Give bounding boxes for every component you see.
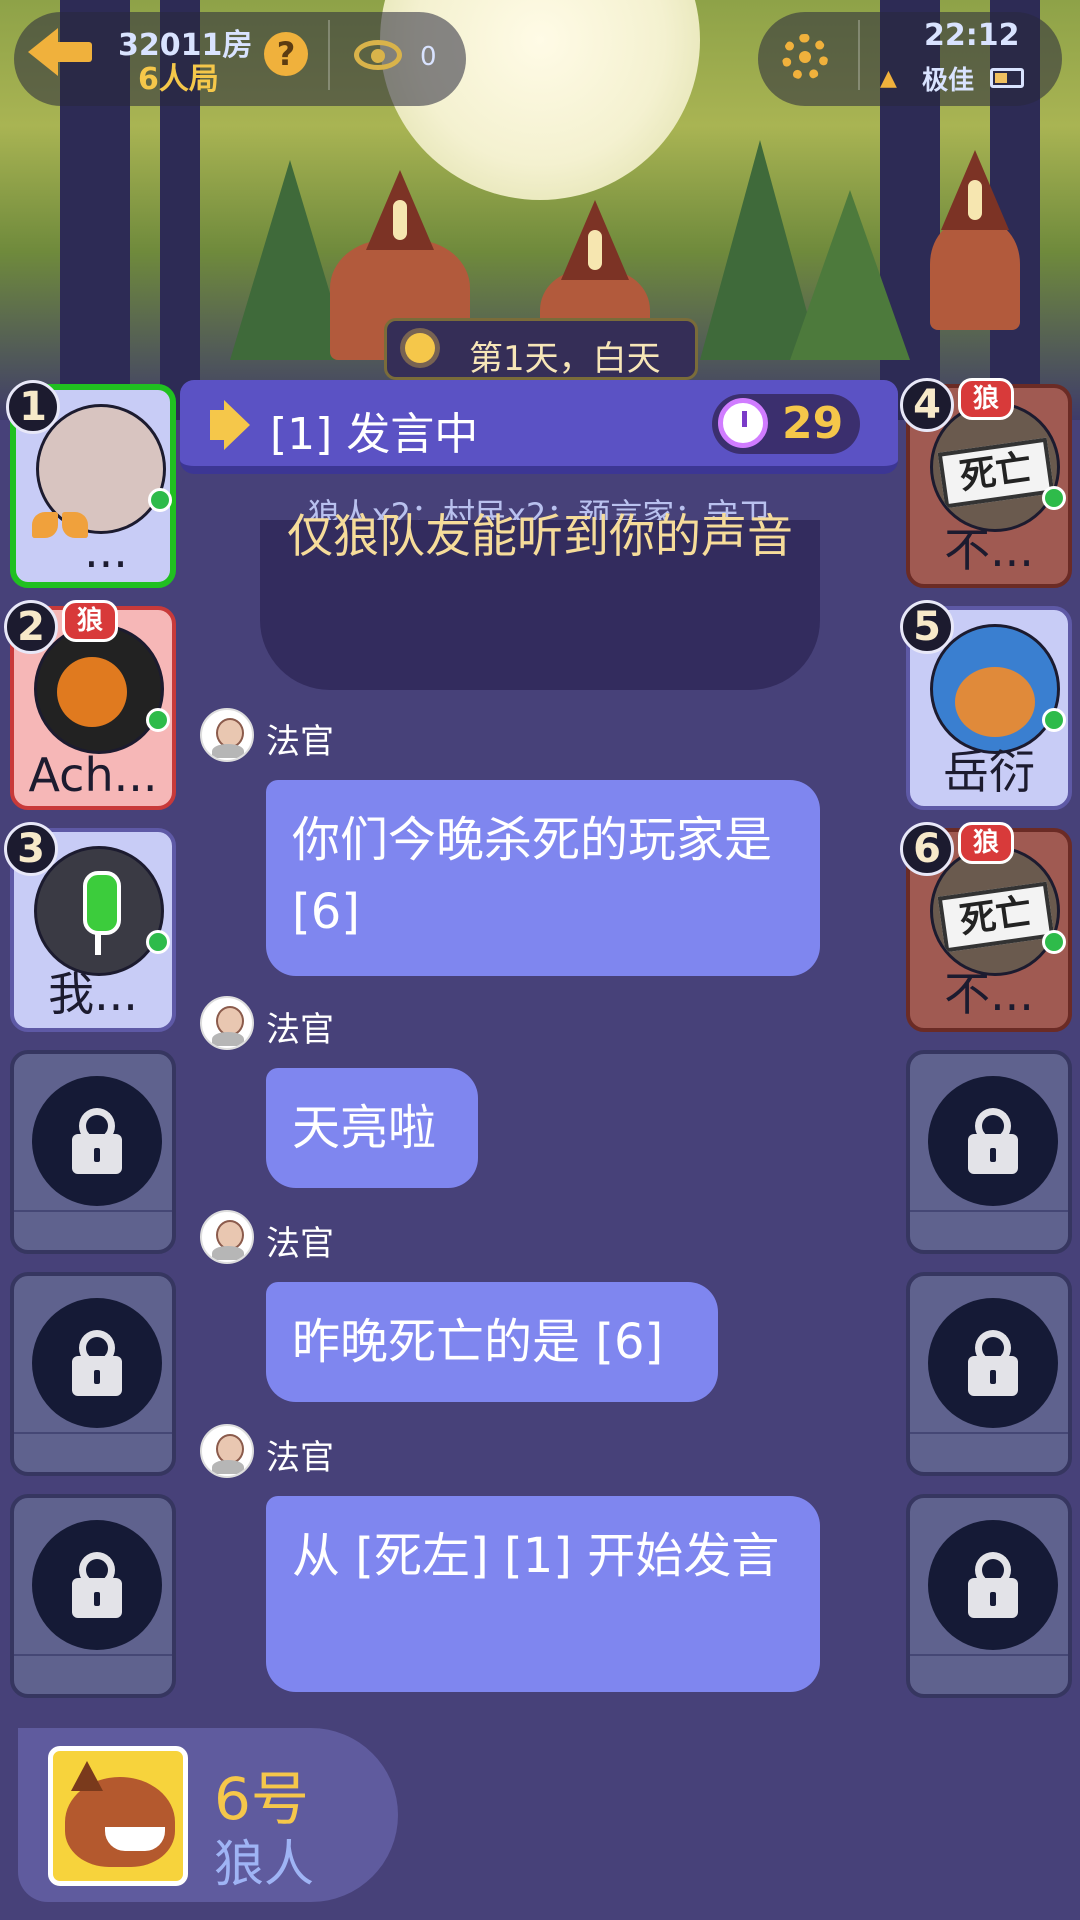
lock-icon (32, 1076, 162, 1206)
seat-number: 3 (4, 822, 58, 876)
judge-avatar (200, 1210, 254, 1264)
sender-name: 法官 (266, 1224, 334, 1264)
lock-icon (928, 1520, 1058, 1650)
village-hut (930, 220, 1020, 330)
werewolf-icon (65, 1761, 175, 1867)
online-indicator (148, 488, 172, 512)
judge-avatar (200, 1424, 254, 1478)
player-avatar (34, 624, 164, 754)
locked-seat (906, 1272, 1072, 1476)
player-name: ... (84, 524, 128, 578)
online-indicator (1042, 708, 1066, 732)
sender-name: 法官 (266, 722, 334, 762)
dead-stamp: 死亡 (937, 437, 1055, 509)
warrior-shield-icon (57, 657, 127, 727)
timer-seconds: 29 (782, 398, 844, 449)
seat-number: 2 (4, 600, 58, 654)
cat-icon (955, 667, 1035, 737)
sender-name: 法官 (266, 1438, 334, 1478)
judge-avatar (200, 996, 254, 1050)
previous-message-bubble: 仅狼队友能听到你的声音 (260, 509, 820, 690)
divider (858, 20, 860, 90)
player-avatar: 死亡 (930, 846, 1060, 976)
seat-number: 1 (6, 380, 60, 434)
role-card[interactable] (48, 1746, 188, 1886)
player-seat-5[interactable]: 岳衍 5 (900, 600, 1072, 810)
day-phase-banner: 第1天，白天 (384, 318, 698, 380)
player-seat-3[interactable]: 我... 3 (4, 822, 176, 1032)
my-role-name: 狼人 (214, 1835, 314, 1893)
back-arrow-icon-tail[interactable] (54, 42, 92, 62)
locked-seat (10, 1050, 176, 1254)
player-seat-6[interactable]: 死亡 不... 6 狼 (900, 822, 1072, 1032)
wifi-icon: ▲ (880, 66, 897, 91)
player-name: 不... (944, 523, 1034, 577)
judge-avatar (200, 708, 254, 762)
chat-bubble: 你们今晚杀死的玩家是 [6] (266, 780, 820, 976)
dead-stamp: 死亡 (937, 881, 1055, 953)
player-avatar (930, 624, 1060, 754)
watcher-count: 0 (420, 42, 437, 72)
online-indicator (1042, 486, 1066, 510)
my-role-panel[interactable]: 6号 狼人 (18, 1728, 398, 1902)
player-seat-2[interactable]: Ach... 2 狼 (4, 600, 176, 810)
wolf-badge: 狼 (958, 822, 1014, 864)
network-quality: 极佳 (922, 66, 975, 96)
speaker-icon (210, 410, 230, 440)
lock-icon (928, 1076, 1058, 1206)
locked-seat (10, 1494, 176, 1698)
player-seat-4[interactable]: 死亡 不... 4 狼 (900, 378, 1072, 588)
sender-name: 法官 (266, 1010, 334, 1050)
seat-number: 4 (900, 378, 954, 432)
locked-seat (10, 1272, 176, 1476)
room-size: 6人局 (138, 62, 219, 97)
sun-icon (405, 333, 435, 363)
speaking-label: [1] 发言中 (270, 409, 479, 460)
seat-number: 5 (900, 600, 954, 654)
player-name: 岳衍 (943, 745, 1035, 799)
player-avatar (34, 846, 164, 976)
player-seat-1[interactable]: ... 1 (6, 380, 176, 588)
help-icon[interactable]: ? (264, 32, 308, 76)
battery-icon (990, 68, 1024, 88)
day-phase-label: 第1天，白天 (469, 339, 661, 379)
previous-message-text: 仅狼队友能听到你的声音 (287, 509, 793, 563)
seat-number: 6 (900, 822, 954, 876)
online-indicator (146, 708, 170, 732)
locked-seat (906, 1050, 1072, 1254)
chat-bubble: 天亮啦 (266, 1068, 478, 1188)
wolf-badge: 狼 (62, 600, 118, 642)
lock-icon (32, 1520, 162, 1650)
gear-icon[interactable] (782, 34, 828, 80)
microphone-stand (95, 931, 101, 955)
speaking-status-bar: [1] 发言中 29 (180, 380, 898, 474)
clock-icon (718, 398, 768, 448)
clock-time: 22:12 (924, 18, 1020, 53)
wolf-badge: 狼 (958, 378, 1014, 420)
lock-icon (32, 1298, 162, 1428)
pine-tree (790, 190, 910, 360)
locked-seat (906, 1494, 1072, 1698)
online-indicator (1042, 930, 1066, 954)
player-name: 我... (48, 967, 138, 1021)
chat-bubble: 昨晚死亡的是 [6] (266, 1282, 718, 1402)
player-name: 不... (944, 967, 1034, 1021)
chat-bubble: 从 [死左] [1] 开始发言 (266, 1496, 820, 1692)
online-indicator (146, 930, 170, 954)
microphone-icon (83, 871, 121, 935)
turn-timer: 29 (712, 394, 860, 454)
player-avatar: 死亡 (930, 402, 1060, 532)
lock-icon (928, 1298, 1058, 1428)
eye-icon[interactable] (354, 40, 402, 70)
divider (328, 20, 330, 90)
player-name: Ach... (28, 748, 158, 802)
